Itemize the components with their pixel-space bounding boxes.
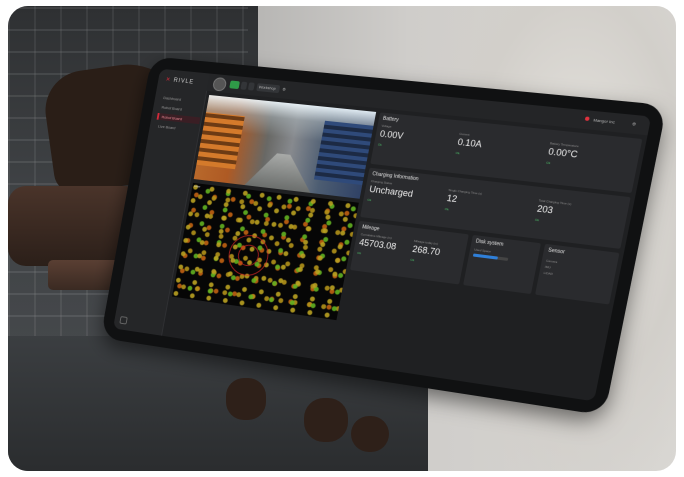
cumulative-mileage-ok: Ok xyxy=(356,250,362,256)
sidebar-item-live-board[interactable]: Live Board xyxy=(155,122,197,133)
voltage-status: Ok xyxy=(377,142,383,147)
mileage-panel: Mileage Cumulative Mileage (m) 45703.08 … xyxy=(350,220,469,285)
warehouse-shelf-left xyxy=(196,112,245,170)
disk-panel: Disk system Used Space xyxy=(463,234,541,295)
gear-icon[interactable]: ⚙ xyxy=(282,86,289,94)
charging-status-value: Uncharged xyxy=(368,183,414,199)
today-mileage-ok: Ok xyxy=(409,257,415,263)
battery-title: Battery xyxy=(382,115,400,124)
holding-finger xyxy=(304,398,348,442)
holding-finger xyxy=(351,416,389,452)
camera-feed: Camera xyxy=(193,94,377,199)
stop-button[interactable] xyxy=(240,81,248,90)
disk-usage-fill xyxy=(472,253,498,260)
tablet-screen: ✕ RIVLE Dashboard Robot Board Robot Boar… xyxy=(113,68,652,402)
today-mileage-value: 268.70 xyxy=(411,243,441,258)
total-charge-ok: Ok xyxy=(534,217,540,223)
disk-used-label: Used Space xyxy=(473,247,492,254)
sensor-row: IMU xyxy=(544,264,552,270)
sensor-row: LiDAR xyxy=(543,270,554,277)
user-menu[interactable]: Mangor Inc xyxy=(593,116,623,127)
disk-usage-bar xyxy=(472,253,509,261)
charging-status-ok: Ok xyxy=(367,197,372,203)
voltage-value: 0.00V xyxy=(379,128,405,141)
warehouse-shelf-right xyxy=(313,120,374,186)
sensor-row: Camera xyxy=(545,258,558,265)
battery-temp-value: 0.00°C xyxy=(547,146,579,160)
total-charge-value: 203 xyxy=(536,203,554,216)
sensor-title: Sensor xyxy=(547,247,566,256)
sensor-panel: Sensor Camera IMU LiDAR xyxy=(535,243,620,305)
robot-avatar[interactable] xyxy=(211,76,228,92)
battery-temp-status: Ok xyxy=(545,160,551,166)
settings-icon[interactable]: ⚙ xyxy=(631,120,641,129)
disk-title: Disk system xyxy=(475,238,505,248)
app-logo: ✕ RIVLE xyxy=(165,77,195,86)
mileage-title: Mileage xyxy=(361,224,380,233)
notification-badge[interactable] xyxy=(584,116,590,122)
status-button[interactable] xyxy=(229,80,240,90)
camera-label: Camera xyxy=(210,96,221,101)
current-value: 0.10A xyxy=(456,136,483,150)
warehouse-aisle xyxy=(244,150,317,193)
photo-frame: ✕ RIVLE Dashboard Robot Board Robot Boar… xyxy=(8,6,676,471)
single-charge-value: 12 xyxy=(445,192,459,205)
current-status: Ok xyxy=(455,150,460,156)
holding-finger xyxy=(226,378,266,420)
single-charge-ok: Ok xyxy=(444,206,450,212)
lidar-view: Lidar xyxy=(172,182,359,321)
mode-dropdown[interactable]: Workshop xyxy=(256,83,281,94)
settings-corner-icon[interactable] xyxy=(119,316,128,325)
play-button[interactable] xyxy=(247,82,255,91)
lidar-label: Lidar xyxy=(193,184,201,189)
